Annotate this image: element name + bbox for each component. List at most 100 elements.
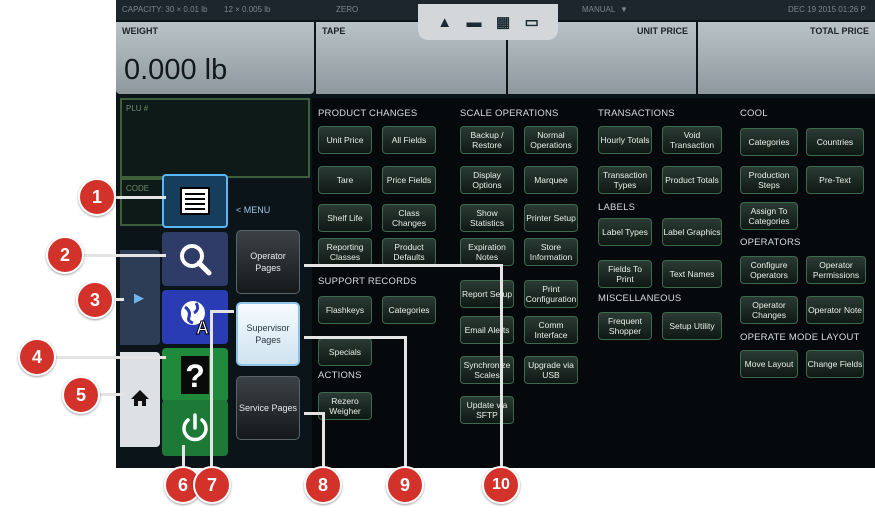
specials-button[interactable]: Specials bbox=[318, 338, 372, 366]
report-setup-button[interactable]: Report Setup bbox=[460, 280, 514, 308]
annotated-scale-screen: CAPACITY: 30 × 0.01 lb 12 × 0.005 lb ZER… bbox=[0, 0, 875, 525]
warning-icon: ▲ bbox=[437, 13, 453, 31]
move-layout-button[interactable]: Move Layout bbox=[740, 350, 798, 378]
callout-line-10 bbox=[304, 264, 502, 267]
upgrade-via-usb-button[interactable]: Upgrade via USB bbox=[524, 356, 578, 384]
hourly-totals-button[interactable]: Hourly Totals bbox=[598, 126, 652, 154]
scale-display: CAPACITY: 30 × 0.01 lb 12 × 0.005 lb ZER… bbox=[116, 0, 875, 468]
weight-value: 0.000 lb bbox=[124, 54, 228, 86]
shelf-life-button[interactable]: Shelf Life bbox=[318, 204, 372, 232]
list-icon bbox=[180, 187, 210, 215]
setup-utility-button[interactable]: Setup Utility bbox=[662, 312, 722, 340]
weight-label: WEIGHT bbox=[122, 26, 158, 36]
comm-interface-button[interactable]: Comm Interface bbox=[524, 316, 578, 344]
network-icon: ▭ bbox=[524, 14, 539, 31]
pre-text-button[interactable]: Pre-Text bbox=[806, 166, 864, 194]
countries-button[interactable]: Countries bbox=[806, 128, 864, 156]
printer-setup-button[interactable]: Printer Setup bbox=[524, 204, 578, 232]
price-fields-button[interactable]: Price Fields bbox=[382, 166, 436, 194]
cool-categories-button[interactable]: Categories bbox=[740, 128, 798, 156]
service-pages-button[interactable]: Service Pages bbox=[236, 376, 300, 440]
power-button[interactable] bbox=[162, 400, 228, 456]
plu-field[interactable]: PLU # bbox=[120, 98, 310, 178]
fields-to-print-button[interactable]: Fields To Print bbox=[598, 260, 652, 288]
normal-operations-button[interactable]: Normal Operations bbox=[524, 126, 578, 154]
menu-back-link[interactable]: < MENU bbox=[236, 205, 270, 215]
void-transaction-button[interactable]: Void Transaction bbox=[662, 126, 722, 154]
help-button[interactable]: ? bbox=[162, 348, 228, 402]
status-icons-tab: ▲ ▬ ▦ ▭ bbox=[418, 4, 558, 40]
chevron-down-icon[interactable]: ▼ bbox=[620, 0, 628, 20]
product-defaults-button[interactable]: Product Defaults bbox=[382, 238, 436, 266]
change-fields-button[interactable]: Change Fields bbox=[806, 350, 864, 378]
configure-operators-button[interactable]: Configure Operators bbox=[740, 256, 798, 284]
rezero-weigher-button[interactable]: Rezero Weigher bbox=[318, 392, 372, 420]
text-names-button[interactable]: Text Names bbox=[662, 260, 722, 288]
frequent-shopper-button[interactable]: Frequent Shopper bbox=[598, 312, 652, 340]
callout-line-9b bbox=[404, 336, 407, 472]
supervisor-pages-button[interactable]: Supervisor Pages bbox=[236, 302, 300, 366]
power-icon bbox=[182, 413, 208, 442]
display-options-button[interactable]: Display Options bbox=[460, 166, 514, 194]
total-price-panel: TOTAL PRICE bbox=[698, 22, 875, 94]
printer-icon: ▬ bbox=[466, 13, 482, 31]
home-tab[interactable] bbox=[120, 352, 160, 447]
operator-changes-button[interactable]: Operator Changes bbox=[740, 296, 798, 324]
callout-line-10b bbox=[500, 264, 503, 472]
transaction-types-button[interactable]: Transaction Types bbox=[598, 166, 652, 194]
email-alerts-button[interactable]: Email Alerts bbox=[460, 316, 514, 344]
callout-line-1 bbox=[116, 196, 166, 199]
print-configuration-button[interactable]: Print Configuration bbox=[524, 280, 578, 308]
callout-line-9 bbox=[304, 336, 406, 339]
section-operate-mode-layout: OPERATE MODE LAYOUT bbox=[740, 332, 860, 343]
callout-line-7 bbox=[210, 310, 213, 472]
all-fields-button[interactable]: All Fields bbox=[382, 126, 436, 154]
callout-8: 8 bbox=[304, 466, 342, 504]
update-via-sftp-button[interactable]: Update via SFTP bbox=[460, 396, 514, 424]
production-steps-button[interactable]: Production Steps bbox=[740, 166, 798, 194]
section-transactions: TRANSACTIONS bbox=[598, 108, 675, 119]
callout-5: 5 bbox=[62, 376, 100, 414]
marquee-button[interactable]: Marquee bbox=[524, 166, 578, 194]
section-support-records: SUPPORT RECORDS bbox=[318, 276, 417, 287]
mode-indicator[interactable]: MANUAL bbox=[582, 0, 615, 20]
tape-label: TAPE bbox=[322, 26, 346, 36]
question-icon: ? bbox=[181, 356, 209, 394]
zero-indicator: ZERO bbox=[336, 5, 359, 14]
class-changes-button[interactable]: Class Changes bbox=[382, 204, 436, 232]
callout-line-7b bbox=[210, 310, 234, 313]
reporting-classes-button[interactable]: Reporting Classes bbox=[318, 238, 372, 266]
operator-note-button[interactable]: Operator Note bbox=[806, 296, 864, 324]
list-button[interactable] bbox=[162, 174, 228, 228]
operator-permissions-button[interactable]: Operator Permissions bbox=[806, 256, 866, 284]
section-cool: COOL bbox=[740, 108, 768, 119]
side-tab-panel[interactable]: ▶ bbox=[120, 250, 160, 345]
unit-price-label: UNIT PRICE bbox=[636, 26, 688, 36]
store-information-button[interactable]: Store Information bbox=[524, 238, 578, 266]
synchronize-scales-button[interactable]: Synchronize Scales bbox=[460, 356, 514, 384]
callout-line-8b bbox=[322, 412, 325, 472]
callout-9: 9 bbox=[386, 466, 424, 504]
assign-to-categories-button[interactable]: Assign To Categories bbox=[740, 202, 798, 230]
expiration-notes-button[interactable]: Expiration Notes bbox=[460, 238, 514, 266]
categories-button[interactable]: Categories bbox=[382, 296, 436, 324]
operator-pages-button[interactable]: Operator Pages bbox=[236, 230, 300, 294]
callout-line-8 bbox=[304, 412, 322, 415]
section-labels: LABELS bbox=[598, 202, 636, 213]
svg-text:?: ? bbox=[185, 358, 205, 394]
weight-panel: WEIGHT 0.000 lb bbox=[116, 22, 314, 94]
flashkeys-button[interactable]: Flashkeys bbox=[318, 296, 372, 324]
callout-2: 2 bbox=[46, 236, 84, 274]
product-totals-button[interactable]: Product Totals bbox=[662, 166, 722, 194]
search-button[interactable] bbox=[162, 232, 228, 286]
label-types-button[interactable]: Label Types bbox=[598, 218, 652, 246]
capacity-text: CAPACITY: 30 × 0.01 lb bbox=[122, 5, 208, 14]
tare-button[interactable]: Tare bbox=[318, 166, 372, 194]
language-button[interactable]: A bbox=[162, 290, 228, 344]
show-statistics-button[interactable]: Show Statistics bbox=[460, 204, 514, 232]
label-graphics-button[interactable]: Label Graphics bbox=[662, 218, 722, 246]
chevron-right-icon: ▶ bbox=[134, 290, 144, 305]
backup-restore-button[interactable]: Backup / Restore bbox=[460, 126, 514, 154]
callout-line-3 bbox=[116, 298, 124, 301]
unit-price-button[interactable]: Unit Price bbox=[318, 126, 372, 154]
